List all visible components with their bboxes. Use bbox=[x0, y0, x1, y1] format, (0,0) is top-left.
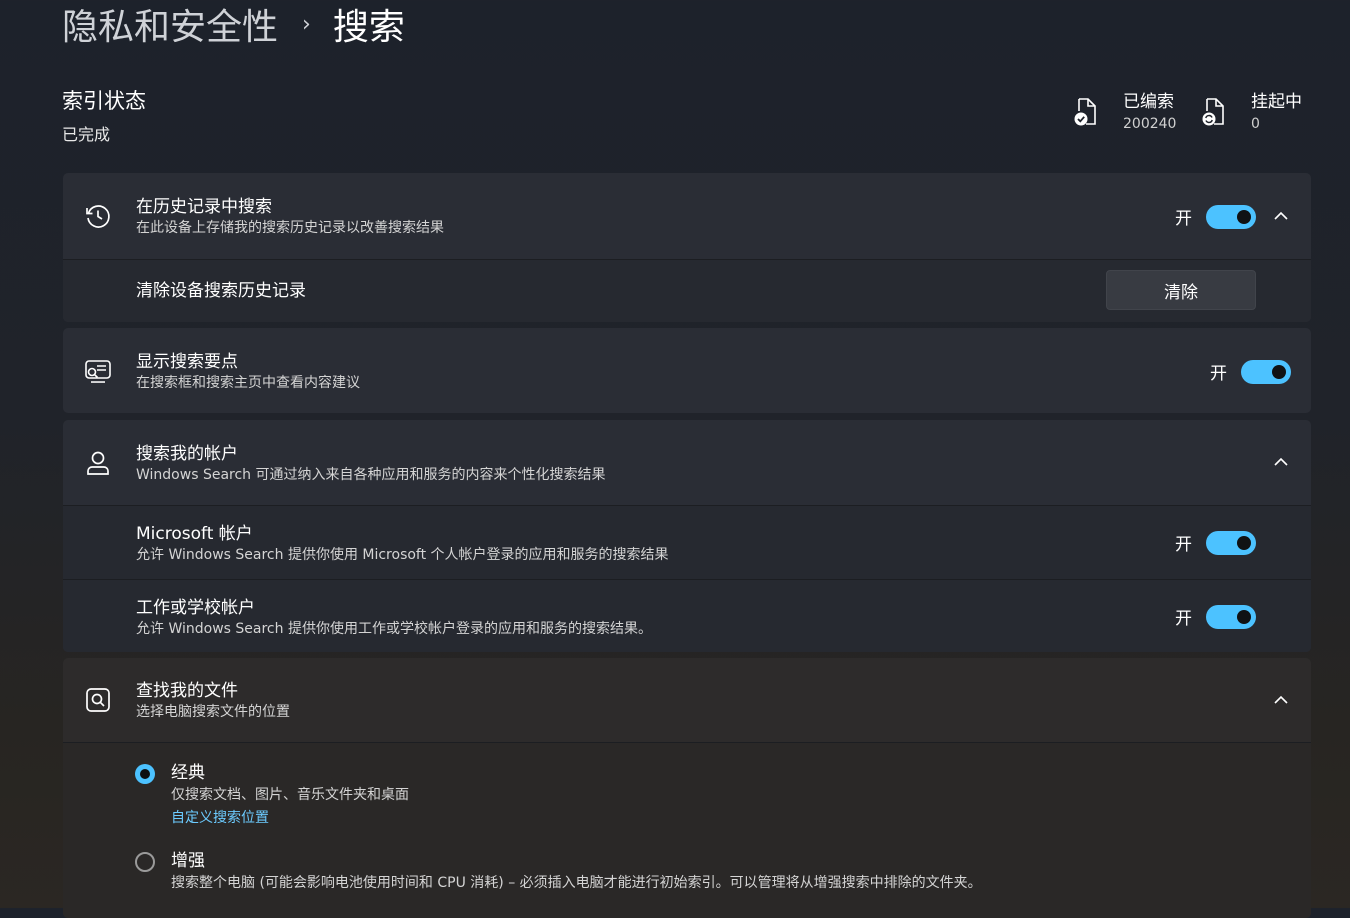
accounts-title: 搜索我的帐户 bbox=[136, 444, 238, 464]
history-header[interactable]: 在历史记录中搜索 在此设备上存储我的搜索历史记录以改善搜索结果 开 bbox=[63, 173, 1311, 259]
enhanced-option[interactable]: 增强 搜索整个电脑 (可能会影响电池使用时间和 CPU 消耗) – 必须插入电脑… bbox=[135, 851, 982, 892]
index-status: 索引状态 已完成 bbox=[62, 88, 146, 145]
document-check-icon bbox=[1074, 98, 1096, 126]
history-card: 在历史记录中搜索 在此设备上存储我的搜索历史记录以改善搜索结果 开 清除设备搜索… bbox=[63, 173, 1311, 322]
history-toggle[interactable] bbox=[1206, 204, 1256, 229]
microsoft-account-title: Microsoft 帐户 bbox=[136, 524, 253, 544]
clear-history-row: 清除设备搜索历史记录 清除 bbox=[63, 259, 1311, 322]
chevron-up-icon[interactable] bbox=[1271, 452, 1291, 472]
microsoft-account-toggle[interactable] bbox=[1206, 530, 1256, 555]
breadcrumb: 隐私和安全性 › 搜索 bbox=[62, 0, 405, 48]
classic-option[interactable]: 经典 仅搜索文档、图片、音乐文件夹和桌面 自定义搜索位置 bbox=[135, 763, 409, 827]
files-card: 查找我的文件 选择电脑搜索文件的位置 经典 仅搜索文档、图片、音乐文件夹和桌面 … bbox=[63, 658, 1311, 918]
history-subtitle: 在此设备上存储我的搜索历史记录以改善搜索结果 bbox=[136, 220, 444, 236]
accounts-card: 搜索我的帐户 Windows Search 可通过纳入来自各种应用和服务的内容来… bbox=[63, 420, 1311, 652]
work-account-row: 工作或学校帐户 允许 Windows Search 提供你使用工作或学校帐户登录… bbox=[63, 579, 1311, 652]
history-toggle-label: 开 bbox=[1175, 209, 1192, 229]
highlights-toggle[interactable] bbox=[1241, 359, 1291, 384]
microsoft-account-row: Microsoft 帐户 允许 Windows Search 提供你使用 Mic… bbox=[63, 505, 1311, 579]
accounts-subtitle: Windows Search 可通过纳入来自各种应用和服务的内容来个性化搜索结果 bbox=[136, 467, 606, 483]
microsoft-toggle-label: 开 bbox=[1175, 535, 1192, 555]
page-title: 搜索 bbox=[332, 7, 405, 48]
history-title: 在历史记录中搜索 bbox=[136, 197, 272, 217]
pending-value: 0 bbox=[1251, 116, 1260, 132]
find-files-icon bbox=[83, 685, 113, 715]
classic-title: 经典 bbox=[171, 763, 205, 783]
chevron-up-icon[interactable] bbox=[1271, 206, 1291, 226]
document-sync-icon bbox=[1202, 98, 1224, 126]
indexed-label: 已编索 bbox=[1123, 92, 1174, 112]
work-toggle-group: 开 bbox=[1175, 604, 1256, 629]
history-icon bbox=[83, 201, 113, 231]
chevron-up-icon[interactable] bbox=[1271, 690, 1291, 710]
index-status-title: 索引状态 bbox=[62, 89, 146, 113]
files-header[interactable]: 查找我的文件 选择电脑搜索文件的位置 bbox=[63, 658, 1311, 742]
enhanced-title: 增强 bbox=[171, 851, 205, 871]
pending-label: 挂起中 bbox=[1251, 92, 1302, 112]
clear-history-title: 清除设备搜索历史记录 bbox=[136, 281, 306, 301]
highlights-toggle-label: 开 bbox=[1210, 364, 1227, 384]
history-toggle-group: 开 bbox=[1175, 204, 1256, 229]
clear-history-button[interactable]: 清除 bbox=[1106, 270, 1256, 310]
files-title: 查找我的文件 bbox=[136, 681, 238, 701]
work-account-subtitle: 允许 Windows Search 提供你使用工作或学校帐户登录的应用和服务的搜… bbox=[136, 621, 652, 637]
microsoft-account-subtitle: 允许 Windows Search 提供你使用 Microsoft 个人帐户登录… bbox=[136, 547, 669, 563]
work-account-title: 工作或学校帐户 bbox=[136, 598, 255, 618]
enhanced-subtitle: 搜索整个电脑 (可能会影响电池使用时间和 CPU 消耗) – 必须插入电脑才能进… bbox=[171, 875, 982, 891]
pending-stat: 挂起中 0 bbox=[1201, 92, 1302, 132]
search-highlights-icon bbox=[83, 356, 113, 386]
enhanced-radio[interactable] bbox=[135, 852, 155, 872]
classic-subtitle: 仅搜索文档、图片、音乐文件夹和桌面 bbox=[171, 787, 409, 803]
chevron-right-icon: › bbox=[302, 11, 311, 37]
classic-radio[interactable] bbox=[135, 764, 155, 784]
accounts-header[interactable]: 搜索我的帐户 Windows Search 可通过纳入来自各种应用和服务的内容来… bbox=[63, 420, 1311, 505]
microsoft-toggle-group: 开 bbox=[1175, 530, 1256, 555]
files-options: 经典 仅搜索文档、图片、音乐文件夹和桌面 自定义搜索位置 增强 搜索整个电脑 (… bbox=[63, 742, 1311, 918]
breadcrumb-parent[interactable]: 隐私和安全性 bbox=[62, 0, 278, 50]
highlights-card: 显示搜索要点 在搜索框和搜索主页中查看内容建议 开 bbox=[63, 328, 1311, 413]
work-toggle-label: 开 bbox=[1175, 609, 1192, 629]
customize-locations-link[interactable]: 自定义搜索位置 bbox=[171, 807, 269, 827]
highlights-subtitle: 在搜索框和搜索主页中查看内容建议 bbox=[136, 375, 360, 391]
files-subtitle: 选择电脑搜索文件的位置 bbox=[136, 704, 290, 720]
highlights-toggle-group: 开 bbox=[1210, 359, 1291, 384]
indexed-value: 200240 bbox=[1123, 116, 1177, 132]
highlights-row: 显示搜索要点 在搜索框和搜索主页中查看内容建议 开 bbox=[63, 328, 1311, 413]
index-status-value: 已完成 bbox=[62, 125, 111, 144]
highlights-title: 显示搜索要点 bbox=[136, 352, 238, 372]
person-icon bbox=[83, 448, 113, 478]
indexed-stat: 已编索 200240 bbox=[1073, 92, 1176, 132]
work-account-toggle[interactable] bbox=[1206, 604, 1256, 629]
